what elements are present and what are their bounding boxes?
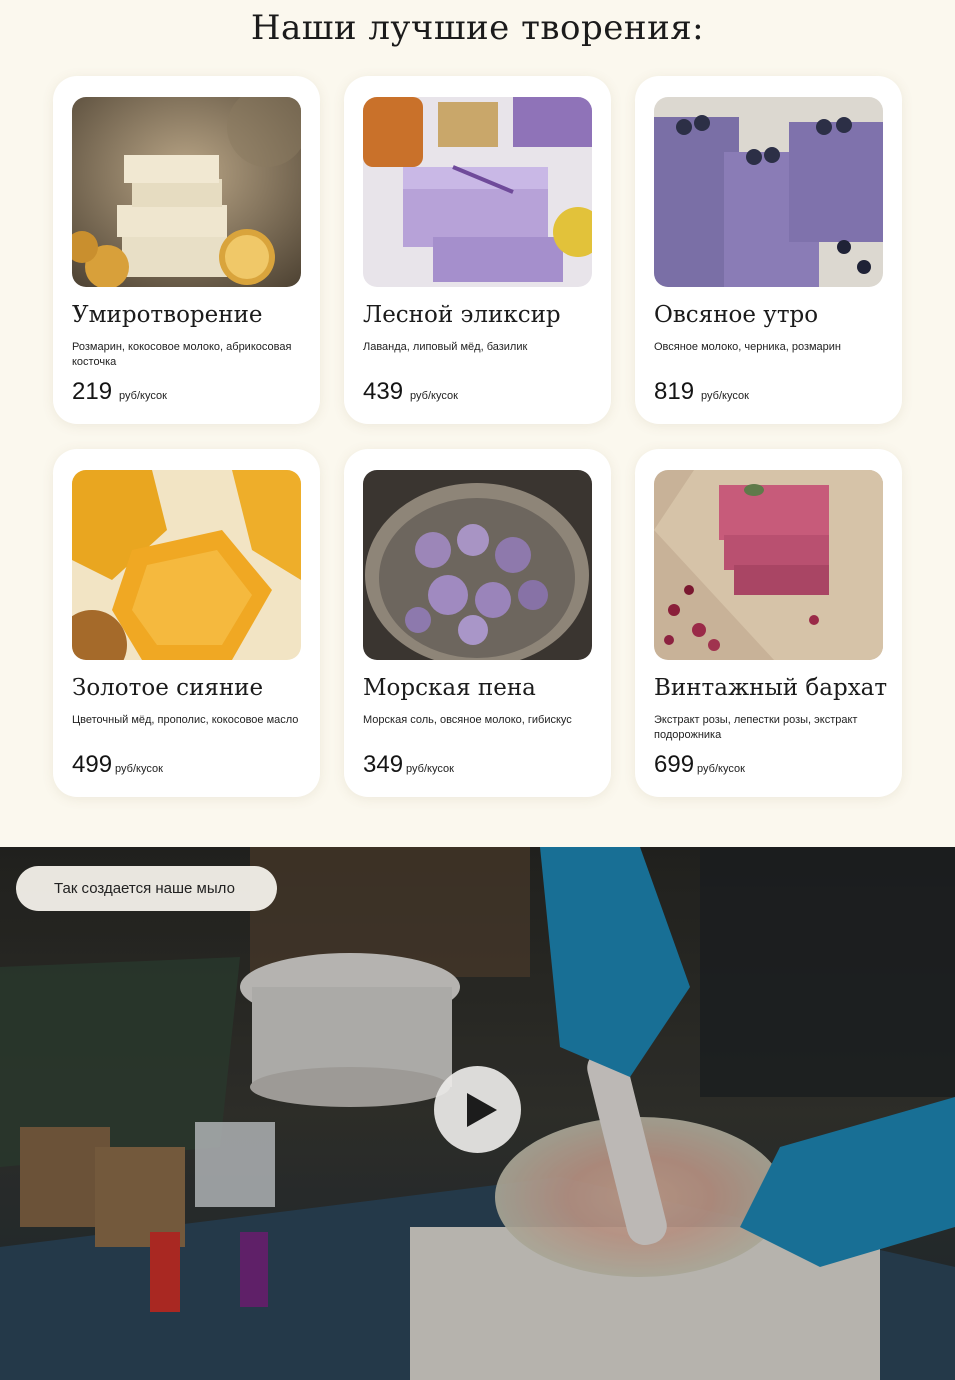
price-unit: руб/кусок (701, 390, 749, 402)
price-value: 499 (72, 751, 113, 778)
product-image-lavender-soap[interactable] (363, 97, 592, 287)
price-value: 349 (363, 751, 404, 778)
play-button[interactable] (434, 1066, 521, 1153)
product-card[interactable]: Винтажный бархат Экстракт розы, лепестки… (635, 449, 902, 797)
product-image-rose-soap[interactable] (654, 470, 883, 660)
product-title: Винтажный бархат (654, 675, 888, 701)
product-image-seashell-soap[interactable] (363, 470, 592, 660)
product-price: 699 руб/кусок (654, 751, 745, 779)
product-description: Розмарин, кокосовое молоко, абрикосовая … (72, 341, 292, 368)
product-price: 499 руб/кусок (72, 751, 163, 779)
product-description: Экстракт розы, лепестки розы, экстракт п… (654, 714, 858, 741)
product-card[interactable]: Лесной эликсир Лаванда, липовый мёд, баз… (344, 76, 611, 424)
product-description: Овсяное молоко, черника, розмарин (654, 341, 842, 353)
price-unit: руб/кусок (119, 390, 167, 402)
product-card[interactable]: Золотое сияние Цветочный мёд, прополис, … (53, 449, 320, 797)
product-title: Золотое сияние (72, 675, 264, 701)
product-description: Цветочный мёд, прополис, кокосовое масло (72, 714, 299, 726)
product-title: Лесной эликсир (363, 302, 561, 328)
product-price: 219 руб/кусок (72, 378, 167, 406)
price-value: 219 (72, 378, 113, 405)
product-image-blueberry-soap[interactable] (654, 97, 883, 287)
product-image-honey-soap[interactable] (72, 470, 301, 660)
section-title: Наши лучшие творения: (250, 8, 705, 48)
product-price: 349 руб/кусок (363, 751, 454, 779)
video-badge: Так создается наше мыло (16, 866, 277, 911)
price-unit: руб/кусок (115, 763, 163, 775)
product-title: Овсяное утро (654, 302, 819, 328)
price-unit: руб/кусок (697, 763, 745, 775)
price-value: 819 (654, 378, 695, 405)
price-unit: руб/кусок (410, 390, 458, 402)
product-title: Морская пена (363, 675, 536, 701)
product-card[interactable]: Умиротворение Розмарин, кокосовое молоко… (53, 76, 320, 424)
price-value: 699 (654, 751, 695, 778)
product-price: 819 руб/кусок (654, 378, 749, 406)
product-description: Лаванда, липовый мёд, базилик (363, 341, 528, 353)
price-value: 439 (363, 378, 404, 405)
product-card[interactable]: Морская пена Морская соль, овсяное молок… (344, 449, 611, 797)
play-icon[interactable] (467, 1093, 497, 1127)
price-unit: руб/кусок (406, 763, 454, 775)
product-description: Морская соль, овсяное молоко, гибискус (363, 714, 572, 726)
video-player[interactable]: Так создается наше мыло (0, 847, 955, 1380)
product-image-rosemary-soap[interactable] (72, 97, 301, 287)
product-card[interactable]: Овсяное утро Овсяное молоко, черника, ро… (635, 76, 902, 424)
product-price: 439 руб/кусок (363, 378, 458, 406)
product-title: Умиротворение (72, 302, 263, 328)
